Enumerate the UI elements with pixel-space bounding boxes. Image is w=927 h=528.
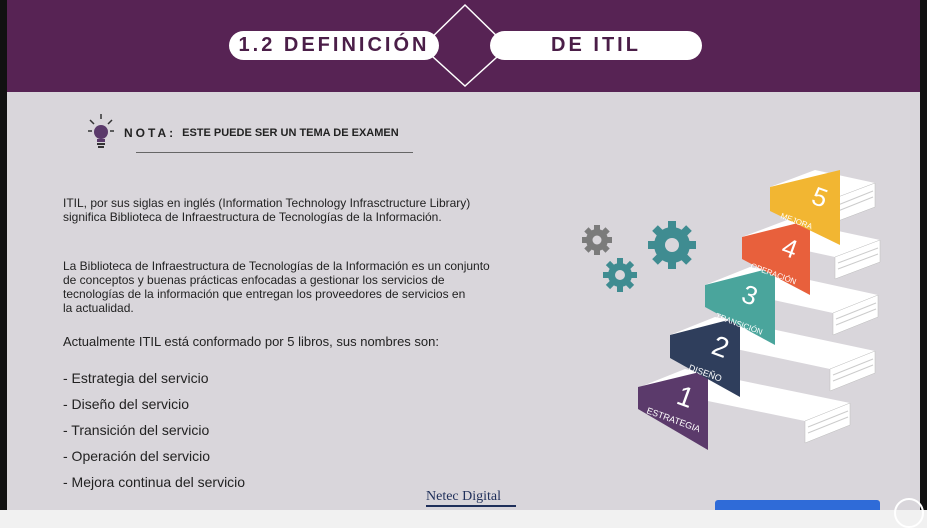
netec-logo-text: Netec Digital <box>426 489 502 504</box>
list-item: - Operación del servicio <box>63 448 211 464</box>
header-diamond-ornament <box>420 3 510 88</box>
itil-definition-paragraph: ITIL, por sus siglas en inglés (Informat… <box>63 196 533 224</box>
title-right: DE ITIL <box>490 31 702 60</box>
paragraph-line: ITIL, por sus siglas en inglés (Informat… <box>63 196 471 210</box>
itil-books-stack: 1 ESTRATEGIA 2 DISEÑO 3 TRANSICIÓN 4 OPE… <box>638 170 881 450</box>
title-left: 1.2 DEFINICIÓN <box>229 31 439 60</box>
list-item: - Estrategia del servicio <box>63 370 209 386</box>
books-intro: Actualmente ITIL está conformado por 5 l… <box>63 334 439 349</box>
itil-description-paragraph: La Biblioteca de Infraestructura de Tecn… <box>63 259 533 315</box>
note-text: ESTE PUEDE SER UN TEMA DE EXAMEN <box>182 127 399 139</box>
paragraph-line: La Biblioteca de Infraestructura de Tecn… <box>63 259 490 273</box>
paragraph-line: tecnologías de la información que entreg… <box>63 287 466 301</box>
lightbulb-icon <box>88 114 114 148</box>
list-item: - Mejora continua del servicio <box>63 474 246 490</box>
note-divider <box>136 152 413 153</box>
list-item: - Transición del servicio <box>63 422 210 438</box>
book-estrategia: 1 ESTRATEGIA <box>638 369 851 450</box>
gear-icon <box>582 225 612 255</box>
note-row: NOTA: ESTE PUEDE SER UN TEMA DE EXAMEN <box>88 114 399 152</box>
corner-circle-control[interactable] <box>894 498 924 528</box>
list-item: - Diseño del servicio <box>63 396 190 412</box>
paragraph-line: significa Biblioteca de Infraestructura … <box>63 210 442 224</box>
paragraph-line: la actualidad. <box>63 301 134 315</box>
note-title: NOTA: <box>124 126 177 140</box>
paragraph-line: de conceptos y buenas prácticas enfocada… <box>63 273 445 287</box>
books-list: - Estrategia del servicio - Diseño del s… <box>63 369 245 499</box>
logo-underline <box>426 505 516 507</box>
partial-action-button[interactable] <box>715 500 880 510</box>
